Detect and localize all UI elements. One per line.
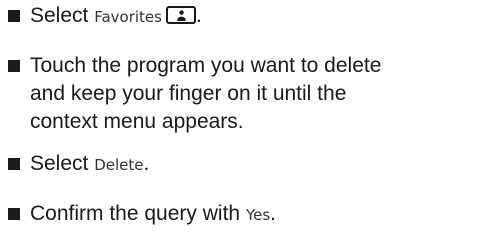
step-1-text: Select Favorites.: [30, 2, 480, 31]
step-2-line-2: and keep your finger on it until the: [30, 82, 347, 105]
step-4-prefix: Confirm the query with: [30, 202, 241, 225]
step-2-line-3: context menu appears.: [30, 110, 244, 133]
step-3-suffix: .: [143, 152, 150, 175]
step-1-prefix: Select: [30, 4, 89, 27]
ui-term-favorites: Favorites: [94, 8, 162, 26]
bullet-square: [8, 158, 20, 170]
step-3-text: Select Delete.: [30, 150, 480, 179]
step-1-suffix: .: [195, 4, 202, 27]
step-4-text: Confirm the query with Yes.: [30, 200, 480, 229]
step-2-text: Touch the program you want to delete and…: [30, 52, 480, 136]
step-4-suffix: .: [270, 202, 276, 225]
bullet-square: [8, 60, 20, 72]
step-2-line-1: Touch the program you want to delete: [30, 54, 382, 77]
favorites-icon: [165, 6, 196, 24]
ui-term-delete: Delete: [94, 156, 144, 174]
bullet-square: [8, 208, 20, 220]
instruction-steps: Select Favorites. Touch the program you …: [0, 0, 487, 241]
ui-term-yes: Yes: [245, 206, 271, 224]
step-3-prefix: Select: [30, 152, 89, 175]
bullet-square: [8, 10, 20, 22]
